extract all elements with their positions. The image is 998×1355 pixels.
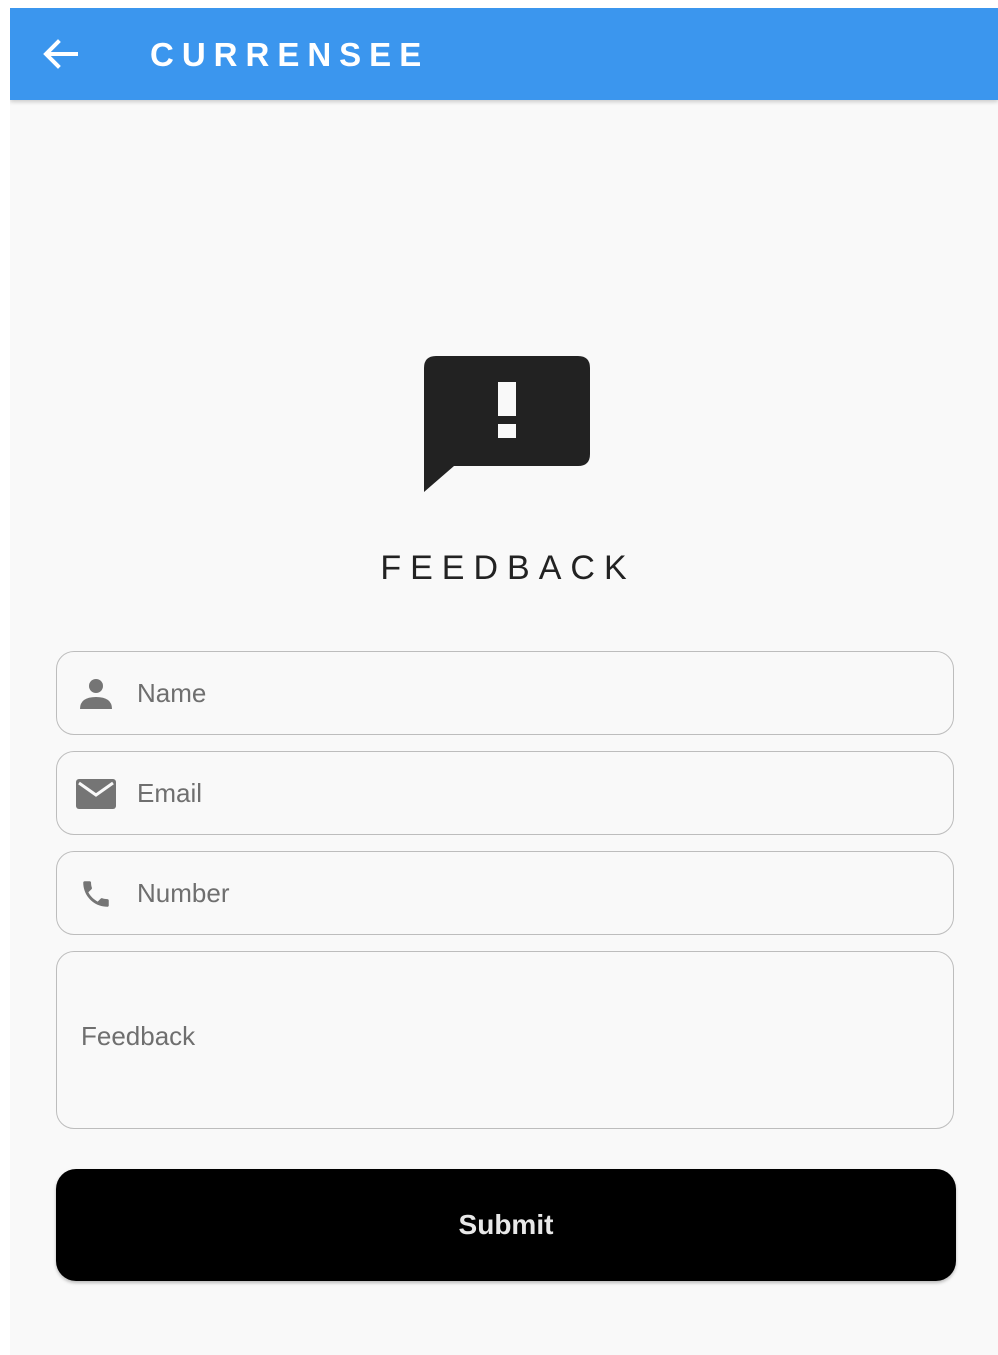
email-field bbox=[56, 751, 954, 835]
back-button[interactable] bbox=[38, 34, 82, 74]
feedback-screen: CURRENSEE FEEDBACK Name Email Number Fee… bbox=[10, 8, 998, 1355]
feedback-field bbox=[56, 951, 954, 1129]
number-field bbox=[56, 851, 954, 935]
page-title: FEEDBACK bbox=[380, 549, 636, 587]
name-input[interactable] bbox=[137, 652, 927, 734]
number-input[interactable] bbox=[137, 852, 927, 934]
mail-icon bbox=[75, 774, 117, 814]
submit-button[interactable]: Submit bbox=[56, 1169, 956, 1281]
person-icon bbox=[75, 674, 117, 714]
arrow-left-icon bbox=[43, 39, 78, 69]
feedback-textarea[interactable] bbox=[81, 1016, 921, 1066]
email-input[interactable] bbox=[137, 752, 927, 834]
name-field bbox=[56, 651, 954, 735]
app-bar: CURRENSEE bbox=[10, 8, 998, 100]
feedback-icon bbox=[424, 356, 590, 492]
app-title: CURRENSEE bbox=[150, 36, 430, 73]
phone-icon bbox=[75, 874, 117, 914]
